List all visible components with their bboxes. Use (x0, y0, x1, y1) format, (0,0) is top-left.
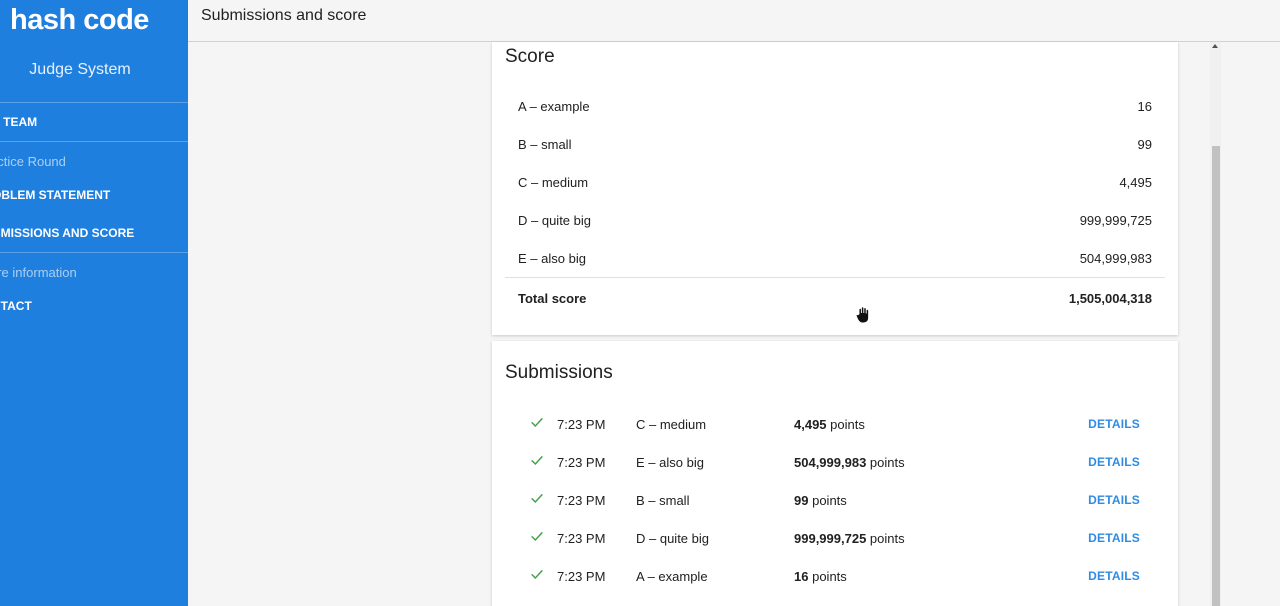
sidebar-divider (0, 102, 188, 103)
score-row-label: E – also big (518, 251, 586, 266)
submissions-title: Submissions (505, 362, 613, 383)
points-suffix: points (812, 569, 847, 584)
score-row-value: 4,495 (1119, 175, 1152, 190)
submission-points-value: 504,999,983 (794, 455, 867, 470)
sidebar-divider (0, 252, 188, 253)
score-row-label: B – small (518, 137, 572, 152)
submission-task: B – small (636, 493, 690, 508)
sidebar-divider (0, 141, 188, 142)
sidebar-item-submissions-and-score[interactable]: BMISSIONS AND SCORE (0, 226, 134, 240)
submission-row: 7:23 PM C – medium 4,495 points DETAILS (492, 417, 1178, 455)
score-row-label: D – quite big (518, 213, 591, 228)
submission-time: 7:23 PM (557, 455, 606, 470)
hand-cursor-icon (855, 306, 870, 324)
submission-row: 7:23 PM D – quite big 999,999,725 points… (492, 531, 1178, 569)
score-title: Score (505, 46, 555, 67)
score-row: A – example 16 (505, 99, 1165, 137)
submission-row: 7:23 PM E – also big 504,999,983 points … (492, 455, 1178, 493)
total-score-label: Total score (518, 291, 587, 306)
total-score-row: Total score 1,505,004,318 (505, 277, 1165, 317)
submission-task: C – medium (636, 417, 707, 432)
check-icon (531, 417, 543, 428)
check-icon (531, 493, 543, 504)
judge-system-subtitle: Judge System (29, 61, 131, 78)
points-suffix: points (869, 531, 905, 546)
score-row-value: 504,999,983 (1079, 251, 1152, 266)
page-title: Submissions and score (201, 7, 367, 24)
score-row-value: 99 (1137, 137, 1152, 152)
submission-time: 7:23 PM (557, 531, 606, 546)
submission-points: 504,999,983 points (794, 455, 905, 470)
points-suffix: points (812, 493, 847, 508)
sidebar-section-practice-round: actice Round (0, 154, 66, 169)
check-icon (531, 455, 543, 466)
submission-points-value: 16 (794, 569, 809, 584)
submission-points-value: 999,999,725 (794, 531, 867, 546)
scrollbar-thumb[interactable] (1212, 146, 1220, 606)
sidebar-item-my-team[interactable]: Y TEAM (0, 115, 37, 129)
score-row-label: C – medium (518, 175, 589, 190)
score-row: B – small 99 (505, 137, 1165, 175)
submission-points: 16 points (794, 569, 847, 584)
score-row-value: 16 (1137, 99, 1152, 114)
submission-points: 99 points (794, 493, 847, 508)
hash-code-logo: hash code (10, 4, 149, 36)
points-suffix: points (869, 455, 905, 470)
submission-task: D – quite big (636, 531, 709, 546)
submissions-card: Submissions 7:23 PM C – medium 4,495 poi… (492, 341, 1178, 606)
score-row: C – medium 4,495 (505, 175, 1165, 213)
details-button[interactable]: DETAILS (1088, 531, 1140, 545)
main-content[interactable]: Score A – example 16 B – small 99 C – me… (188, 42, 1280, 606)
points-suffix: points (830, 417, 865, 432)
score-row-value: 999,999,725 (1079, 213, 1152, 228)
details-button[interactable]: DETAILS (1088, 417, 1140, 431)
sidebar: hash code Judge System Y TEAM actice Rou… (0, 0, 188, 606)
sidebar-item-problem-statement[interactable]: OBLEM STATEMENT (0, 188, 110, 202)
submission-points-value: 99 (794, 493, 809, 508)
submission-time: 7:23 PM (557, 417, 606, 432)
top-app-bar: Submissions and score (188, 0, 1280, 42)
submission-row: 7:23 PM A – example 16 points DETAILS (492, 569, 1178, 606)
sidebar-section-more-information: ore information (0, 265, 77, 280)
score-row-label: A – example (518, 99, 590, 114)
total-score-value: 1,505,004,318 (1068, 291, 1152, 306)
submission-task: A – example (636, 569, 708, 584)
submission-time: 7:23 PM (557, 493, 606, 508)
submission-points-value: 4,495 (794, 417, 827, 432)
details-button[interactable]: DETAILS (1088, 569, 1140, 583)
content-scrollbar[interactable] (1210, 42, 1221, 606)
submission-row: 7:23 PM B – small 99 points DETAILS (492, 493, 1178, 531)
submission-points: 999,999,725 points (794, 531, 905, 546)
details-button[interactable]: DETAILS (1088, 455, 1140, 469)
submission-points: 4,495 points (794, 417, 865, 432)
details-button[interactable]: DETAILS (1088, 493, 1140, 507)
score-card: Score A – example 16 B – small 99 C – me… (492, 42, 1178, 335)
submission-task: E – also big (636, 455, 704, 470)
submission-time: 7:23 PM (557, 569, 606, 584)
check-icon (531, 531, 543, 542)
scroll-up-arrow-icon[interactable] (1212, 44, 1218, 48)
check-icon (531, 569, 543, 580)
score-row: D – quite big 999,999,725 (505, 213, 1165, 251)
sidebar-item-contact[interactable]: NTACT (0, 299, 32, 313)
